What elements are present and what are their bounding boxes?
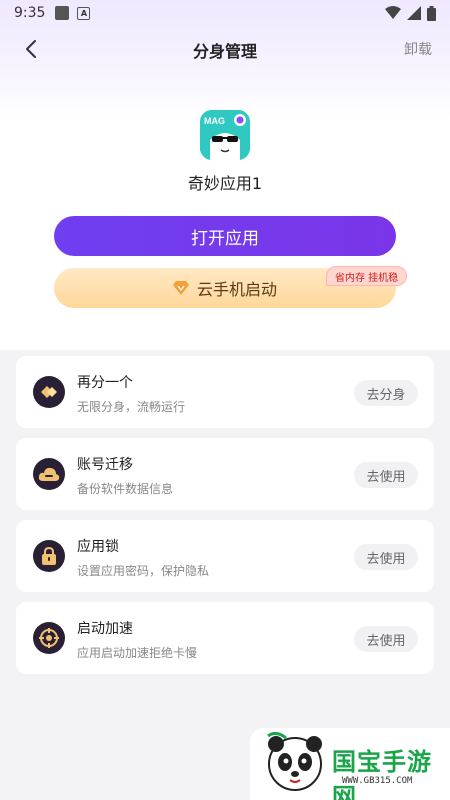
card-title: 再分一个 — [77, 375, 133, 391]
watermark-url: WWW.GB315.COM — [342, 776, 413, 786]
panda-logo-icon — [267, 732, 322, 791]
wifi-icon — [385, 6, 401, 19]
diamond-icon — [172, 281, 189, 295]
card-clone-again[interactable]: 再分一个 无限分身，流畅运行 去分身 — [16, 356, 434, 428]
uninstall-button[interactable]: 卸载 — [404, 39, 432, 59]
card-subtitle: 设置应用密码，保护隐私 — [77, 564, 210, 578]
a-notification-icon: A — [77, 6, 91, 20]
card-title: 账号迁移 — [77, 457, 133, 473]
notification-icon — [55, 6, 70, 20]
svg-text:MAG: MAG — [204, 116, 225, 126]
watermark: 国宝手游网 WWW.GB315.COM — [250, 728, 450, 800]
magic-app-logo: MAG — [200, 110, 250, 160]
card-launch-boost[interactable]: 启动加速 应用启动加速拒绝卡慢 去使用 — [16, 602, 434, 674]
card-title: 应用锁 — [77, 539, 119, 555]
cloud-migrate-icon — [33, 458, 65, 490]
status-time: 9:35 — [14, 5, 46, 21]
open-app-button[interactable]: 打开应用 — [54, 216, 396, 256]
card-action-button[interactable]: 去使用 — [354, 544, 418, 570]
cloud-phone-label: 云手机启动 — [196, 280, 277, 299]
card-subtitle: 备份软件数据信息 — [77, 482, 174, 496]
card-action-button[interactable]: 去分身 — [354, 380, 418, 406]
card-action-button[interactable]: 去使用 — [354, 626, 418, 652]
clone-icon — [33, 376, 65, 408]
page-title: 分身管理 — [192, 42, 257, 61]
card-action-button[interactable]: 去使用 — [354, 462, 418, 488]
card-title: 启动加速 — [77, 621, 133, 637]
cloud-badge: 省内存 挂机稳 — [326, 266, 408, 286]
nav-bar: 分身管理 卸载 — [0, 28, 450, 68]
watermark-text: 国宝手游网 — [332, 748, 432, 800]
card-subtitle: 无限分身，流畅运行 — [77, 400, 186, 414]
status-bar: 9:35 A — [0, 0, 450, 26]
status-icons — [385, 5, 436, 21]
card-subtitle: 应用启动加速拒绝卡慢 — [77, 646, 198, 660]
app-name: 奇妙应用1 — [187, 174, 263, 193]
lock-icon — [33, 540, 65, 572]
app-icon[interactable]: MAG — [200, 110, 250, 160]
target-icon — [33, 622, 65, 654]
signal-icon — [407, 6, 421, 20]
battery-icon — [427, 5, 436, 21]
card-app-lock[interactable]: 应用锁 设置应用密码，保护隐私 去使用 — [16, 520, 434, 592]
card-account-migration[interactable]: 账号迁移 备份软件数据信息 去使用 — [16, 438, 434, 510]
